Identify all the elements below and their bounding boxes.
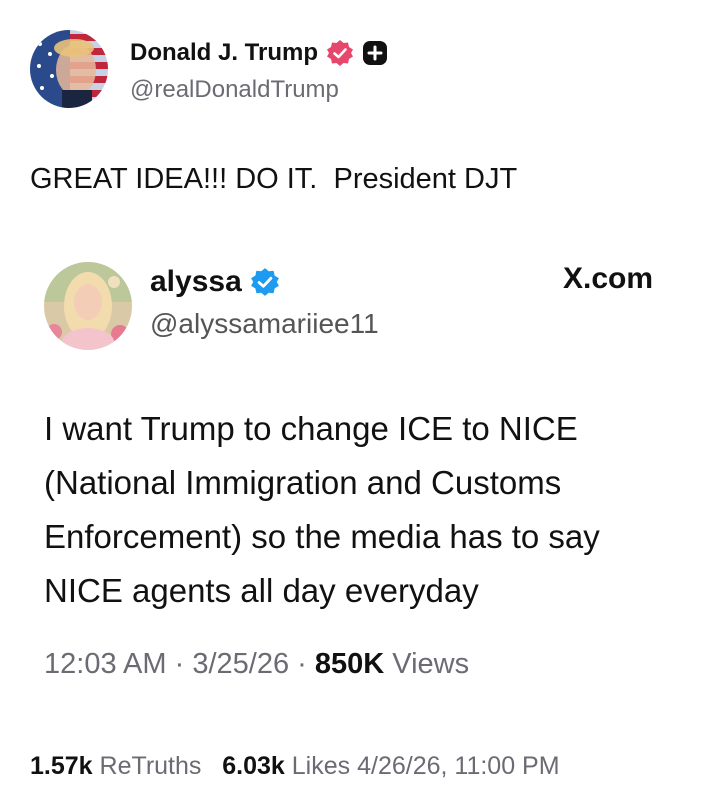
views-count: 850K: [314, 648, 385, 680]
post-text: GREAT IDEA!!! DO IT. President DJT: [30, 163, 518, 195]
quoted-author-handle[interactable]: @alyssamariiee11: [150, 308, 379, 340]
author-handle[interactable]: @realDonaldTrump: [130, 76, 388, 104]
likes-count[interactable]: 6.03k: [222, 752, 285, 781]
quoted-post-time: 12:03 AM: [44, 648, 167, 680]
author-avatar[interactable]: [30, 30, 108, 108]
quoted-author-avatar-image: [44, 262, 132, 350]
meta-separator: ·: [297, 648, 307, 680]
source-label[interactable]: X.com: [563, 262, 653, 296]
plus-badge-icon: [362, 40, 388, 66]
quoted-post-author: alyssa @alyssamariiee11: [44, 262, 379, 350]
views-label: Views: [392, 648, 470, 680]
post-author: Donald J. Trump @realDonaldTrump: [30, 30, 388, 108]
retruths-count[interactable]: 1.57k: [30, 752, 93, 781]
meta-separator: ·: [174, 648, 185, 680]
likes-label[interactable]: Likes: [292, 752, 350, 781]
post-stats: 1.57k ReTruths 6.03k Likes 4/26/26, 11:0…: [30, 752, 560, 781]
quoted-post-text: I want Trump to change ICE to NICE (Nati…: [44, 410, 600, 609]
retruths-label[interactable]: ReTruths: [100, 752, 202, 781]
quoted-post-meta: 12:03 AM · 3/25/26 · 850K Views: [44, 648, 469, 681]
post-timestamp: 4/26/26, 11:00 PM: [357, 752, 560, 780]
author-name[interactable]: Donald J. Trump: [130, 39, 318, 67]
verified-badge-icon: [250, 267, 280, 297]
quoted-post-date: 3/25/26: [192, 648, 290, 680]
author-avatar-image: [30, 30, 108, 108]
quoted-author-name[interactable]: alyssa: [150, 265, 242, 299]
quoted-author-avatar[interactable]: [44, 262, 132, 350]
verified-badge-icon: [326, 39, 354, 67]
